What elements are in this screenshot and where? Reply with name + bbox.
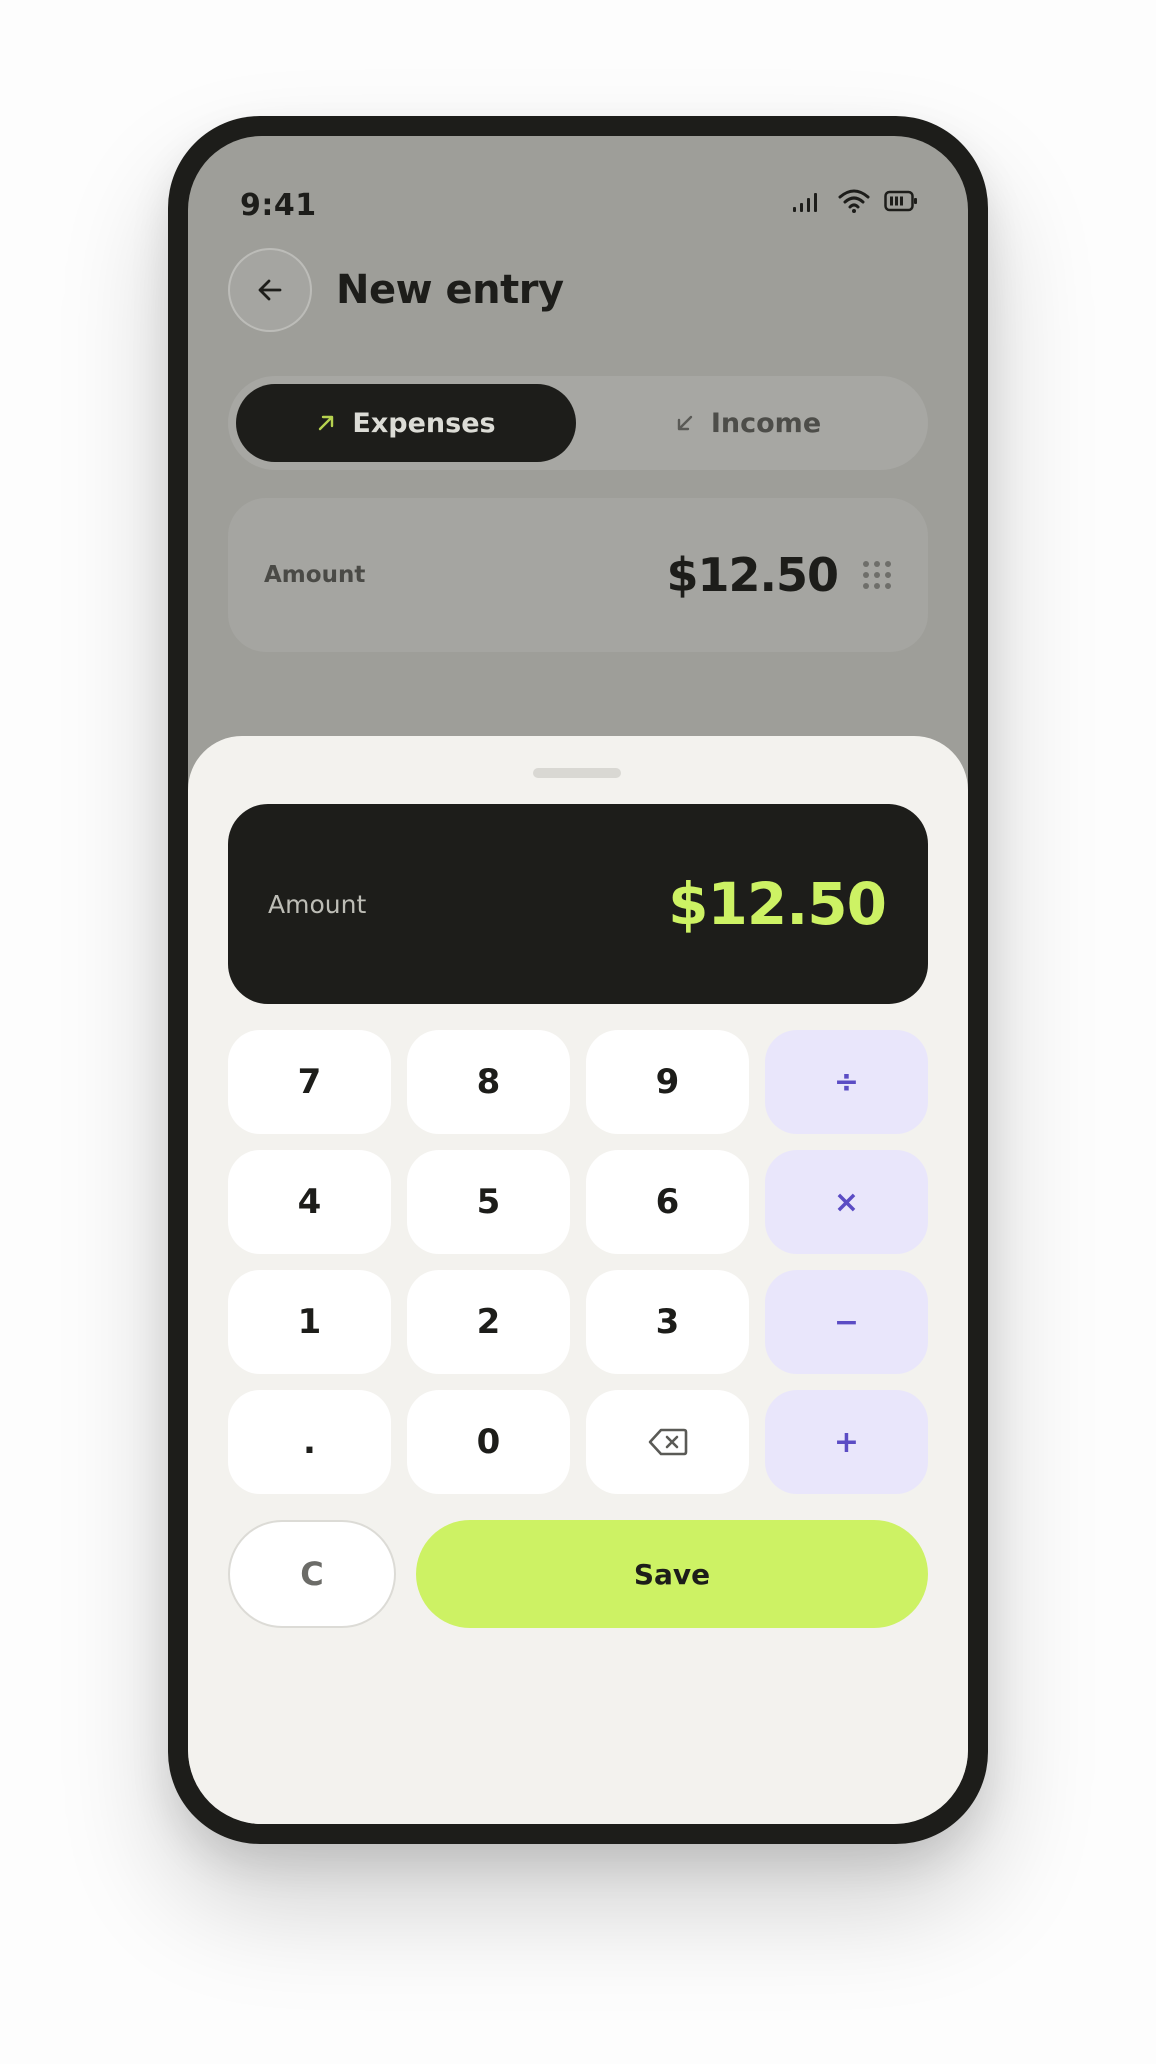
calculator-sheet: Amount $12.50 7 8 9 ÷ 4 5 6 × 1 2 3 − . … (188, 736, 968, 1824)
clear-button[interactable]: C (228, 1520, 396, 1628)
wifi-icon (838, 189, 870, 213)
key-1[interactable]: 1 (228, 1270, 391, 1374)
tab-expenses-label: Expenses (352, 407, 496, 439)
back-button[interactable] (228, 248, 312, 332)
key-6[interactable]: 6 (586, 1150, 749, 1254)
phone-screen: 9:41 New entry Expenses Income Amount $1… (188, 136, 968, 1824)
amount-display: Amount $12.50 (228, 804, 928, 1004)
key-divide[interactable]: ÷ (765, 1030, 928, 1134)
status-bar: 9:41 (188, 136, 968, 246)
sheet-handle[interactable] (533, 768, 621, 778)
amount-field[interactable]: Amount $12.50 (228, 498, 928, 652)
key-3[interactable]: 3 (586, 1270, 749, 1374)
key-5[interactable]: 5 (407, 1150, 570, 1254)
key-0[interactable]: 0 (407, 1390, 570, 1494)
key-7[interactable]: 7 (228, 1030, 391, 1134)
entry-type-toggle: Expenses Income (228, 376, 928, 470)
phone-frame: 9:41 New entry Expenses Income Amount $1… (168, 116, 988, 1844)
save-button[interactable]: Save (416, 1520, 928, 1628)
arrow-up-right-icon (319, 415, 334, 431)
tab-income[interactable]: Income (576, 384, 920, 462)
key-4[interactable]: 4 (228, 1150, 391, 1254)
amount-display-label: Amount (268, 889, 367, 919)
keypad-grid-icon[interactable] (862, 560, 892, 590)
keypad: 7 8 9 ÷ 4 5 6 × 1 2 3 − . 0 + (228, 1030, 928, 1494)
page-title: New entry (336, 267, 564, 313)
key-decimal[interactable]: . (228, 1390, 391, 1494)
status-icons (792, 188, 918, 214)
amount-field-label: Amount (264, 562, 366, 588)
battery-icon (884, 190, 917, 212)
key-minus[interactable]: − (765, 1270, 928, 1374)
arrow-down-left-icon (677, 415, 693, 431)
amount-field-value: $12.50 (666, 548, 839, 602)
key-8[interactable]: 8 (407, 1030, 570, 1134)
backspace-button[interactable] (586, 1390, 749, 1494)
action-row: C Save (228, 1520, 928, 1628)
key-multiply[interactable]: × (765, 1150, 928, 1254)
tab-expenses[interactable]: Expenses (236, 384, 576, 462)
tab-income-label: Income (710, 407, 822, 439)
signal-icon (793, 193, 817, 212)
backspace-icon (648, 1428, 687, 1456)
key-plus[interactable]: + (765, 1390, 928, 1494)
stage: 9:41 New entry Expenses Income Amount $1… (0, 0, 1156, 2064)
amount-display-value: $12.50 (668, 870, 887, 938)
key-2[interactable]: 2 (407, 1270, 570, 1374)
header: New entry (228, 248, 564, 332)
arrow-left-icon (258, 279, 282, 301)
status-time: 9:41 (240, 188, 317, 223)
key-9[interactable]: 9 (586, 1030, 749, 1134)
